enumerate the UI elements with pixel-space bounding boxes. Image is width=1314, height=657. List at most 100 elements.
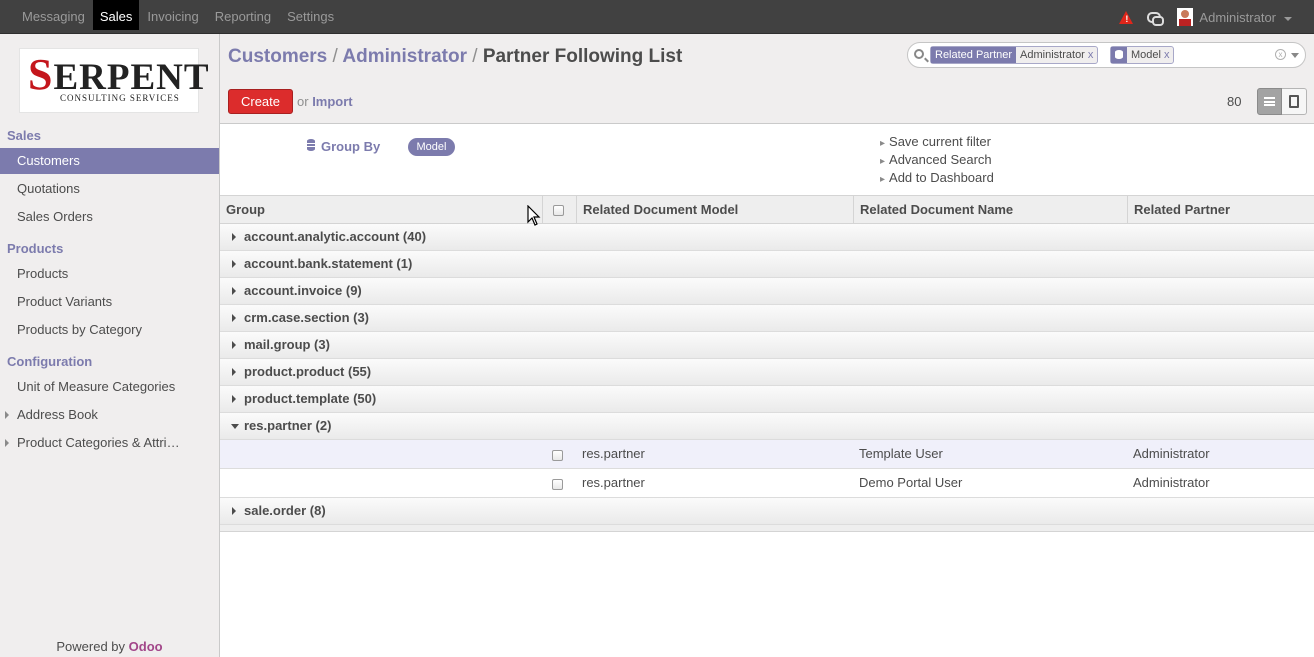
select-all-checkbox[interactable]: [553, 205, 564, 217]
menu-messaging[interactable]: Messaging: [14, 0, 93, 34]
expand-arrow-icon: [232, 368, 236, 376]
breadcrumb: Customers / Administrator / Partner Foll…: [228, 46, 682, 68]
section-sales: Sales: [7, 128, 41, 143]
create-button[interactable]: Create: [228, 89, 293, 114]
logo-initial: S: [28, 50, 54, 99]
group-row[interactable]: account.analytic.account (40): [220, 224, 1314, 251]
breadcrumb-separator: /: [472, 46, 478, 67]
group-label: crm.case.section (3): [244, 310, 370, 325]
group-row[interactable]: product.product (55): [220, 359, 1314, 386]
column-related-document-model[interactable]: Related Document Model: [577, 196, 854, 223]
section-configuration: Configuration: [7, 354, 93, 369]
list-icon: [1264, 97, 1275, 106]
row-select-cell: [552, 470, 563, 498]
add-to-dashboard[interactable]: Add to Dashboard: [880, 170, 994, 185]
cell-partner: Administrator: [1133, 446, 1210, 461]
alert-glyph: !: [1125, 13, 1129, 24]
facet-remove-button[interactable]: x: [1164, 47, 1174, 63]
group-row[interactable]: crm.case.section (3): [220, 305, 1314, 332]
sidebar-item-products-by-category[interactable]: Products by Category: [0, 317, 219, 343]
sidebar-item-product-categories[interactable]: Product Categories & Attri…: [0, 430, 219, 456]
search-drawer: Group By Model Save current filter Advan…: [220, 125, 1314, 195]
menu-sales[interactable]: Sales: [92, 0, 140, 30]
chevron-down-icon[interactable]: [1284, 16, 1292, 21]
row-checkbox[interactable]: [552, 450, 563, 462]
table-row[interactable]: res.partner Template User Administrator: [220, 440, 1314, 469]
import-link[interactable]: Import: [312, 94, 352, 109]
expand-arrow-icon: [232, 507, 236, 515]
sidebar-item-products[interactable]: Products: [0, 261, 219, 287]
sidebar-item-uom-categories[interactable]: Unit of Measure Categories: [0, 374, 219, 400]
group-row[interactable]: account.bank.statement (1): [220, 251, 1314, 278]
group-row[interactable]: mail.group (3): [220, 332, 1314, 359]
breadcrumb-customers[interactable]: Customers: [228, 46, 327, 67]
menu-settings[interactable]: Settings: [279, 0, 342, 34]
database-icon: [307, 139, 315, 151]
expand-arrow-icon: [232, 341, 236, 349]
group-by-label: Group By: [321, 139, 381, 154]
logo-wordmark: SERPENT: [28, 53, 210, 98]
column-related-partner[interactable]: Related Partner: [1128, 196, 1314, 223]
facet-value: Model: [1131, 49, 1161, 61]
select-all-cell: [543, 196, 577, 223]
row-checkbox[interactable]: [552, 479, 563, 491]
group-label: account.bank.statement (1): [244, 256, 413, 271]
expand-arrow-icon: [232, 233, 236, 241]
cell-model: res.partner: [582, 446, 645, 461]
expand-arrow-icon: [232, 260, 236, 268]
expand-arrow-icon: [232, 314, 236, 322]
group-label: res.partner (2): [244, 418, 332, 433]
sidebar: SERPENT CONSULTING SERVICES Sales Custom…: [0, 34, 220, 657]
alert-icon[interactable]: !: [1119, 10, 1134, 24]
search-bar[interactable]: Related Partner Administrator x Model x …: [907, 42, 1306, 68]
expand-arrow-icon: [232, 395, 236, 403]
breadcrumb-administrator[interactable]: Administrator: [342, 46, 467, 67]
column-related-document-name[interactable]: Related Document Name: [854, 196, 1128, 223]
form-view-button[interactable]: [1282, 88, 1307, 115]
advanced-search[interactable]: Advanced Search: [880, 152, 992, 167]
sidebar-item-quotations[interactable]: Quotations: [0, 176, 219, 202]
powered-by-text: Powered by: [56, 639, 129, 654]
sidebar-item-address-book[interactable]: Address Book: [0, 402, 219, 428]
group-label: sale.order (8): [244, 503, 326, 518]
group-row[interactable]: account.invoice (9): [220, 278, 1314, 305]
group-by-model-tag[interactable]: Model: [408, 138, 455, 156]
facet-value: Administrator: [1020, 49, 1085, 61]
sidebar-item-product-variants[interactable]: Product Variants: [0, 289, 219, 315]
company-logo[interactable]: SERPENT CONSULTING SERVICES: [19, 48, 209, 113]
section-products: Products: [7, 241, 64, 256]
group-label: mail.group (3): [244, 337, 330, 352]
database-icon: [1115, 50, 1123, 59]
cell-model: res.partner: [582, 475, 645, 490]
search-options-toggle[interactable]: [1291, 53, 1299, 58]
form-icon: [1289, 95, 1299, 108]
odoo-link[interactable]: Odoo: [129, 639, 163, 654]
group-row[interactable]: sale.order (8): [220, 498, 1314, 525]
expand-arrow-icon: [5, 411, 9, 419]
save-current-filter[interactable]: Save current filter: [880, 134, 991, 149]
facet-remove-button[interactable]: x: [1088, 47, 1098, 63]
chat-icon[interactable]: [1147, 11, 1165, 26]
sidebar-item-customers[interactable]: Customers: [0, 148, 219, 174]
menu-reporting[interactable]: Reporting: [207, 0, 279, 34]
clear-search-icon[interactable]: x: [1275, 49, 1286, 60]
expand-arrow-icon: [5, 439, 9, 447]
menu-invoicing[interactable]: Invoicing: [139, 0, 206, 34]
user-name[interactable]: Administrator: [1199, 10, 1276, 25]
list-view-button[interactable]: [1257, 88, 1282, 115]
sidebar-item-sales-orders[interactable]: Sales Orders: [0, 204, 219, 230]
group-row-expanded[interactable]: res.partner (2): [220, 413, 1314, 440]
cell-name: Demo Portal User: [859, 475, 963, 490]
main-menu: Messaging Sales Invoicing Reporting Sett…: [14, 0, 342, 34]
avatar[interactable]: [1177, 8, 1194, 26]
column-group[interactable]: Group: [220, 196, 543, 223]
user-area: ! Administrator: [1119, 0, 1314, 34]
breadcrumb-separator: /: [332, 46, 338, 67]
cell-partner: Administrator: [1133, 475, 1210, 490]
group-row[interactable]: product.template (50): [220, 386, 1314, 413]
table-row[interactable]: res.partner Demo Portal User Administrat…: [220, 469, 1314, 498]
group-label: product.product (55): [244, 364, 372, 379]
record-count: 80: [1227, 94, 1242, 109]
search-icon: [914, 49, 924, 59]
facet-related-partner: Related Partner Administrator x: [930, 46, 1099, 64]
